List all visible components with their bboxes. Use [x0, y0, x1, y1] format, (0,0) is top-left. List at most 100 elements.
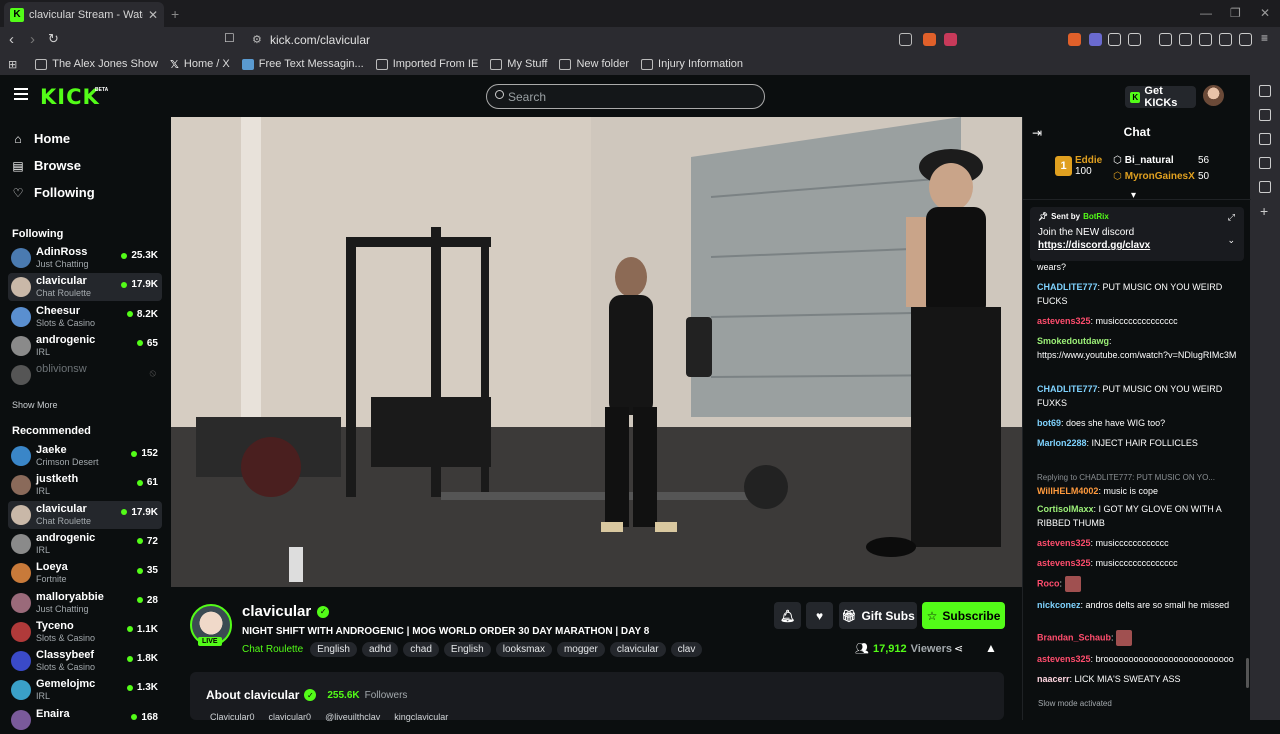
- chat-username[interactable]: CHADLITE777: [1037, 282, 1098, 292]
- category-link[interactable]: Chat Roulette: [242, 644, 303, 655]
- window-close-icon[interactable]: ✕: [1260, 6, 1270, 20]
- chat-message[interactable]: Replying to CHADLITE777: PUT MUSIC ON YO…: [1037, 470, 1237, 485]
- sidebar-channel-oblivionsw[interactable]: oblivionsw ⦸: [8, 361, 162, 389]
- follow-heart-button[interactable]: ♥: [806, 602, 833, 629]
- chat-message[interactable]: CortisolMaxx: I GOT MY GLOVE ON WITH A R…: [1037, 502, 1237, 530]
- chat-username[interactable]: astevens325: [1037, 538, 1091, 548]
- sidebar-channel-classybeef[interactable]: Classybeef Slots & Casino 1.8K: [8, 647, 162, 675]
- extension-icon[interactable]: [1089, 33, 1102, 46]
- pinned-link[interactable]: https://discord.gg/clavx: [1038, 240, 1236, 251]
- chat-username[interactable]: CortisolMaxx: [1037, 504, 1094, 514]
- user-avatar[interactable]: [1203, 85, 1224, 106]
- close-tab-icon[interactable]: ✕: [148, 8, 158, 22]
- expand-icon[interactable]: ⌄: [1227, 235, 1235, 246]
- chat-message[interactable]: naacerr: LICK MIA'S SWEATY ASS: [1037, 672, 1237, 686]
- reload-icon[interactable]: ↻: [48, 31, 59, 47]
- menu-icon[interactable]: ≡: [1261, 31, 1268, 45]
- nav-browse[interactable]: ▤ Browse: [12, 158, 81, 173]
- gift-subs-button[interactable]: 🎁︎ Gift Subs: [839, 602, 917, 629]
- video-player[interactable]: [171, 117, 1022, 587]
- chat-username[interactable]: Roco: [1037, 578, 1060, 588]
- nav-home[interactable]: ⌂ Home: [12, 131, 70, 146]
- tag-chip[interactable]: English: [310, 642, 357, 657]
- chat-message[interactable]: nickconez: andros delts are so small he …: [1037, 598, 1237, 612]
- site-info-icon[interactable]: ⚙: [252, 33, 262, 46]
- chat-message[interactable]: astevens325: musicccccccccccccc: [1037, 556, 1237, 570]
- leo-icon[interactable]: [1259, 85, 1271, 97]
- chat-message[interactable]: astevens325: musicccccccccccc: [1037, 536, 1237, 550]
- x-link[interactable]: clavicular0: [269, 712, 312, 722]
- chat-message[interactable]: Brandan_Schaub:: [1037, 630, 1237, 646]
- minimize-icon[interactable]: —: [1200, 6, 1212, 20]
- leo-icon[interactable]: [1219, 33, 1232, 46]
- bookmark-item[interactable]: My Stuff: [490, 58, 547, 70]
- apps-grid-icon[interactable]: ⊞: [8, 58, 17, 71]
- chat-username[interactable]: astevens325: [1037, 558, 1091, 568]
- new-tab-icon[interactable]: +: [171, 6, 179, 22]
- chat-message[interactable]: astevens325: brooooooooooooooooooooooooo…: [1037, 652, 1237, 666]
- chat-username[interactable]: astevens325: [1037, 316, 1091, 326]
- bookmarks-icon[interactable]: [1259, 157, 1271, 169]
- chat-message[interactable]: CHADLITE777: PUT MUSIC ON YOU WEIRD FUXK…: [1037, 382, 1237, 410]
- sidebar-channel-tyceno[interactable]: Tyceno Slots & Casino 1.1K: [8, 618, 162, 646]
- tag-chip[interactable]: adhd: [361, 642, 399, 657]
- sidebar-channel-clavicular[interactable]: clavicular Chat Roulette 17.9K: [8, 500, 162, 529]
- history-icon[interactable]: [1259, 133, 1271, 145]
- expand-leaderboard-icon[interactable]: ▾: [1131, 190, 1136, 201]
- tag-chip[interactable]: mogger: [556, 642, 605, 657]
- nav-following[interactable]: ♡ Following: [12, 185, 95, 200]
- extensions-puzzle-icon[interactable]: [1108, 33, 1121, 46]
- subscribe-button[interactable]: ☆ Subscribe: [922, 602, 1005, 629]
- chat-username[interactable]: WillHELM4002: [1037, 486, 1098, 496]
- chat-scrollbar[interactable]: [1246, 658, 1249, 688]
- sidebar-channel-justketh[interactable]: justketh IRL 61: [8, 471, 162, 499]
- instagram-link[interactable]: Clavicular0: [210, 712, 255, 722]
- chat-username[interactable]: Brandan_Schaub: [1037, 632, 1111, 642]
- share-icon[interactable]: ⋖: [954, 642, 963, 655]
- sidebar-channel-loeya[interactable]: Loeya Fortnite 35: [8, 559, 162, 587]
- sidebar-channel-gemelojmc[interactable]: Gemelojmc IRL 1.3K: [8, 676, 162, 704]
- vpn-icon[interactable]: [1239, 33, 1252, 46]
- browser-tab[interactable]: K clavicular Stream - Watch Live ✕: [4, 2, 164, 27]
- bookmark-item[interactable]: Injury Information: [641, 58, 743, 70]
- bookmark-item[interactable]: 𝕏 Home / X: [170, 58, 230, 71]
- reading-list-icon[interactable]: [1259, 109, 1271, 121]
- brave-rewards-icon[interactable]: [944, 33, 957, 46]
- streamer-name[interactable]: clavicular ✓: [242, 603, 330, 620]
- chat-username[interactable]: bot69: [1037, 418, 1061, 428]
- add-icon[interactable]: +: [1260, 203, 1268, 219]
- extension-icon[interactable]: [1128, 33, 1141, 46]
- chat-message[interactable]: CHADLITE777: PUT MUSIC ON YOU WEIRD FUCK…: [1037, 280, 1237, 308]
- tiktok-link[interactable]: kingclavicular: [394, 712, 448, 722]
- chat-username[interactable]: Marlon2288: [1037, 438, 1087, 448]
- restore-icon[interactable]: ❐: [1230, 6, 1241, 20]
- tag-chip[interactable]: clavicular: [609, 642, 666, 657]
- sidebar-channel-androgenic[interactable]: androgenic IRL 72: [8, 530, 162, 558]
- chat-message[interactable]: Marlon2288: INJECT HAIR FOLLICLES: [1037, 436, 1237, 450]
- show-more-link[interactable]: Show More: [12, 400, 58, 410]
- chat-username[interactable]: Smokedoutdawg: [1037, 336, 1109, 346]
- back-icon[interactable]: ‹: [9, 31, 14, 48]
- search-input[interactable]: Search: [486, 84, 765, 109]
- sidebar-channel-jaeke[interactable]: Jaeke Crimson Desert 152: [8, 442, 162, 470]
- kick-logo[interactable]: KICK: [40, 85, 100, 109]
- sidebar-channel-clavicular[interactable]: clavicular Chat Roulette 17.9K: [8, 273, 162, 302]
- tag-chip[interactable]: chad: [403, 642, 439, 657]
- bookmark-item[interactable]: Imported From IE: [375, 58, 478, 70]
- sidebar-channel-androgenic[interactable]: androgenic IRL 65: [8, 332, 162, 360]
- unpin-icon[interactable]: ⤢: [1228, 212, 1235, 223]
- chat-message[interactable]: wears?: [1037, 260, 1237, 274]
- chat-message[interactable]: astevens325: musicccccccccccccc: [1037, 314, 1237, 328]
- youtube-link[interactable]: @liveuilthclav: [325, 712, 380, 722]
- url-field[interactable]: ⚙ kick.com/clavicular: [248, 29, 964, 51]
- chat-username[interactable]: nickconez: [1037, 600, 1081, 610]
- chat-message[interactable]: bot69: does she have WIG too?: [1037, 416, 1237, 430]
- chat-message[interactable]: Roco:: [1037, 576, 1237, 592]
- chat-username[interactable]: CHADLITE777: [1037, 384, 1098, 394]
- chat-message[interactable]: Smokedoutdawg: https://www.youtube.com/w…: [1037, 334, 1237, 362]
- hamburger-menu-icon[interactable]: [14, 88, 28, 103]
- bookmark-item[interactable]: New folder: [559, 58, 629, 70]
- share-icon[interactable]: [899, 33, 912, 46]
- report-icon[interactable]: ▲: [985, 641, 997, 655]
- notes-icon[interactable]: [1259, 181, 1271, 193]
